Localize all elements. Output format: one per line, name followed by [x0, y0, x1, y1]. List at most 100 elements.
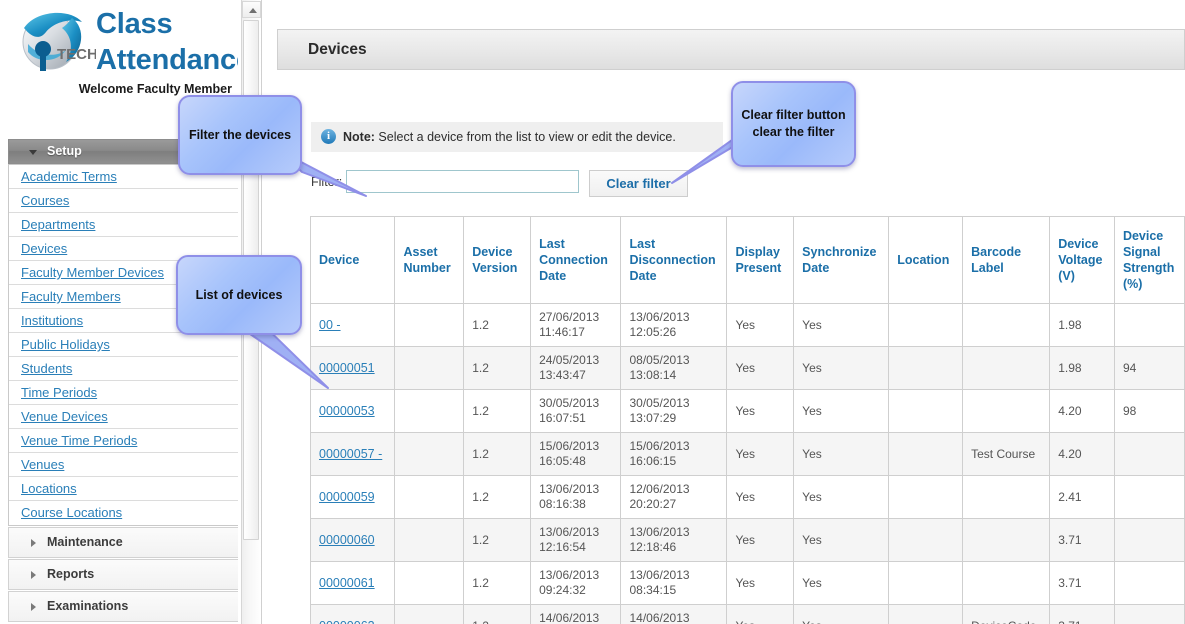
- col-device-signal-strength[interactable]: Device Signal Strength (%): [1113, 216, 1185, 304]
- table-row[interactable]: 00000062 - 1.214/06/201315:28:4514/06/201…: [309, 604, 1185, 624]
- cell-asset-number: [394, 389, 465, 433]
- cell-last-connection-date: 13/06/2013 08:16:38: [530, 475, 622, 519]
- cell-device-version: 1.2: [463, 346, 532, 390]
- cell-barcode-label: [962, 475, 1051, 519]
- sidebar-item-public-holidays[interactable]: Public Holidays: [9, 333, 238, 357]
- sidebar-link-faculty-members[interactable]: Faculty Members: [21, 289, 121, 304]
- sidebar-link-locations[interactable]: Locations: [21, 481, 77, 496]
- table-row[interactable]: 00000061 1.2 13/06/2013 09:24:32 13/06/2013 0…: [309, 561, 1185, 605]
- device-link[interactable]: 00000061: [319, 576, 375, 590]
- cell-device-voltage: 4.20: [1049, 432, 1115, 476]
- sidebar-item-departments[interactable]: Departments: [9, 213, 238, 237]
- device-link[interactable]: 00000060: [319, 533, 375, 547]
- cell-last-connection-date: 30/05/2013 16:07:51: [530, 389, 622, 433]
- chevron-down-icon: [29, 150, 37, 155]
- application-window: TECH Class Attendance Welcome Faculty Me…: [0, 0, 1185, 624]
- cell-location: [888, 346, 964, 390]
- cell-last-connection-date: 27/06/2013 11:46:17: [530, 303, 622, 347]
- scroll-up-arrow-icon[interactable]: [242, 1, 261, 18]
- cell-display-present: Yes: [726, 303, 795, 347]
- cell-device[interactable]: 00000060: [309, 518, 396, 562]
- sidebar-link-public-holidays[interactable]: Public Holidays: [21, 337, 110, 352]
- cell-device[interactable]: 00000059: [309, 475, 396, 519]
- note-label: Note:: [343, 130, 375, 144]
- cell-device[interactable]: 00000062 -: [309, 604, 396, 624]
- device-link[interactable]: 00000057 -: [319, 447, 382, 461]
- sidebar-link-students[interactable]: Students: [21, 361, 72, 376]
- cell-device-version: 1.2: [463, 561, 532, 605]
- cell-last-connection-date: 13/06/2013 09:24:32: [530, 561, 622, 605]
- sidebar-group-maintenance-label: Maintenance: [47, 535, 123, 549]
- cell-asset-number: [394, 475, 465, 519]
- cell-device[interactable]: 00000057 -: [309, 432, 396, 476]
- cell-synchronize-date: Yes: [793, 346, 890, 390]
- sidebar-item-venue-time-periods[interactable]: Venue Time Periods: [9, 429, 238, 453]
- cell-synchronize-date: Yes: [793, 518, 890, 562]
- sidebar-link-courses[interactable]: Courses: [21, 193, 69, 208]
- content-page-title: Devices: [277, 29, 1185, 70]
- cell-barcode-label: DeviceCode: [962, 604, 1051, 624]
- device-link[interactable]: 00000059: [319, 490, 375, 504]
- callout-clear-filter-button: Clear filter button clear the filter: [731, 81, 856, 167]
- col-device-version[interactable]: Device Version: [463, 216, 532, 304]
- table-row[interactable]: 00000057 - 1.2 15/06/2013 16:05:48 15/06/201…: [309, 432, 1185, 476]
- sidebar-group-maintenance[interactable]: Maintenance: [8, 527, 238, 558]
- sidebar-item-courses[interactable]: Courses: [9, 189, 238, 213]
- cell-location: [888, 389, 964, 433]
- sidebar-link-institutions[interactable]: Institutions: [21, 313, 83, 328]
- main-content: Devices i Note: Select a device from the…: [266, 0, 1185, 624]
- sidebar-link-academic-terms[interactable]: Academic Terms: [21, 169, 117, 184]
- sidebar-nav-list: Academic Terms Courses Departments Devic…: [8, 164, 238, 526]
- sidebar-group-examinations[interactable]: Examinations: [8, 591, 238, 622]
- sidebar-item-time-periods[interactable]: Time Periods: [9, 381, 238, 405]
- sidebar-item-course-locations[interactable]: Course Locations: [9, 501, 238, 525]
- sidebar-link-time-periods[interactable]: Time Periods: [21, 385, 97, 400]
- device-link[interactable]: 00000053: [319, 404, 375, 418]
- device-link[interactable]: 00000062 -: [319, 619, 382, 624]
- cell-device-signal-strength: 94: [1113, 346, 1185, 390]
- sidebar-group-setup-label: Setup: [47, 144, 82, 158]
- col-last-disconnection-date[interactable]: Last Disconnection Date: [620, 216, 728, 304]
- sidebar-link-devices[interactable]: Devices: [21, 241, 67, 256]
- sidebar-item-venues[interactable]: Venues: [9, 453, 238, 477]
- cell-asset-number: [394, 303, 465, 347]
- cell-display-present: Yes: [726, 389, 795, 433]
- cell-last-disconnection-date: 13/06/2013 08:34:15: [620, 561, 728, 605]
- devices-table-body: 00 -1.2 27/06/2013 11:46:17 13/06/2013 12:05…: [309, 303, 1185, 624]
- cell-device[interactable]: 00000061: [309, 561, 396, 605]
- cell-display-present: Yes: [726, 518, 795, 562]
- sidebar-link-departments[interactable]: Departments: [21, 217, 95, 232]
- note-banner: i Note: Select a device from the list to…: [311, 122, 723, 152]
- sidebar-group-reports[interactable]: Reports: [8, 559, 238, 590]
- table-row[interactable]: 00 -1.2 27/06/2013 11:46:17 13/06/2013 12:05…: [309, 303, 1185, 347]
- col-barcode-label[interactable]: Barcode Label: [962, 216, 1051, 304]
- sidebar-item-venue-devices[interactable]: Venue Devices: [9, 405, 238, 429]
- col-location[interactable]: Location: [888, 216, 964, 304]
- cell-synchronize-date: Yes: [793, 432, 890, 476]
- col-device-voltage[interactable]: Device Voltage (V): [1049, 216, 1115, 304]
- table-row[interactable]: 00000060 1.2 13/06/2013 12:16:54 13/06/2013 1…: [309, 518, 1185, 562]
- sidebar-link-venue-devices[interactable]: Venue Devices: [21, 409, 108, 424]
- cell-display-present: Yes: [726, 604, 795, 624]
- table-row[interactable]: 00000059 1.2 13/06/2013 08:16:38 12/06/2013 2…: [309, 475, 1185, 519]
- col-device[interactable]: Device: [309, 216, 396, 304]
- cell-display-present: Yes: [726, 346, 795, 390]
- sidebar-link-faculty-member-devices[interactable]: Faculty Member Devices: [21, 265, 164, 280]
- sidebar-link-venue-time-periods[interactable]: Venue Time Periods: [21, 433, 137, 448]
- table-row[interactable]: 00000053 1.2 30/05/2013 16:07:51 30/05/2013 1…: [309, 389, 1185, 433]
- cell-synchronize-date: Yes: [793, 389, 890, 433]
- svg-text:TECH: TECH: [57, 46, 96, 63]
- sidebar-link-course-locations[interactable]: Course Locations: [21, 505, 122, 520]
- note-body: Select a device from the list to view or…: [374, 130, 676, 144]
- col-asset-number[interactable]: Asset Number: [394, 216, 465, 304]
- table-row[interactable]: 00000051 1.2 24/05/2013 13:43:47 08/05/2013 1…: [309, 346, 1185, 390]
- col-last-connection-date[interactable]: Last Connection Date: [530, 216, 622, 304]
- sidebar-item-locations[interactable]: Locations: [9, 477, 238, 501]
- cell-device-signal-strength: [1113, 561, 1185, 605]
- cell-barcode-label: Test Course: [962, 432, 1051, 476]
- brand-title-line1: Class: [96, 8, 173, 40]
- sidebar-link-venues[interactable]: Venues: [21, 457, 64, 472]
- col-display-present[interactable]: Display Present: [726, 216, 795, 304]
- sidebar-item-students[interactable]: Students: [9, 357, 238, 381]
- col-synchronize-date[interactable]: Synchronize Date: [793, 216, 890, 304]
